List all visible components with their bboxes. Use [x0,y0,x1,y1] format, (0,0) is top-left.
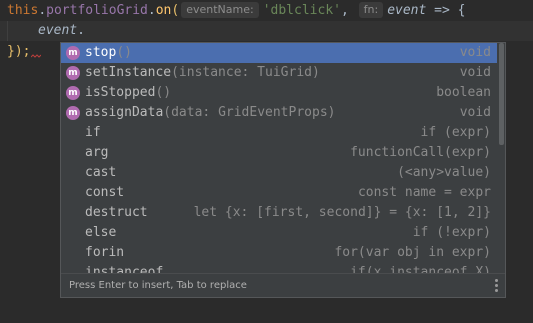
completion-name: else [85,225,117,240]
completion-name: assignData [85,105,164,120]
completion-item-cast[interactable]: cast (<any>value) [61,163,497,183]
dot: . [147,3,156,18]
completion-name: cast [85,165,117,180]
completion-list[interactable]: m stop() void m setInstance(instance: Tu… [61,43,497,275]
method-icon: m [66,86,80,100]
completion-type: for(var obj in expr) [334,245,491,260]
code-editor[interactable]: this.portfolioGrid.on(eventName:'dblclic… [0,0,533,323]
method-icon: m [66,106,80,120]
code-line-1[interactable]: this.portfolioGrid.on(eventName:'dblclic… [7,1,465,21]
open-paren: ( [171,3,180,18]
typed-dot: . [77,23,85,38]
property-portfolio-grid: portfolioGrid [46,3,148,18]
completion-name: forin [85,245,125,260]
completion-type: let {x: [first, second]} = {x: [1, 2]} [193,205,491,220]
completion-name: isStopped [85,85,156,100]
vertical-dots-icon[interactable] [495,279,498,292]
completion-type: functionCall(expr) [350,145,491,160]
error-squiggle-icon [31,54,41,58]
code-line-2-current[interactable]: event. [0,21,533,41]
completion-item-stop[interactable]: m stop() void [61,43,497,63]
completion-item-const[interactable]: const const name = expr [61,183,497,203]
completion-type: const name = expr [357,185,491,200]
completion-item-arg[interactable]: arg functionCall(expr) [61,143,497,163]
completion-name: setInstance [85,65,172,80]
completion-type: boolean [436,85,491,100]
method-icon: m [66,46,80,60]
completion-signature: () [116,45,132,60]
arrow-operator: => [434,3,450,18]
completion-name: if [85,125,101,140]
param-hint-event-name: eventName: [181,2,259,18]
method-on: on [155,3,172,18]
completion-item-destruct[interactable]: destruct let {x: [first, second]} = {x: … [61,203,497,223]
completion-item-if[interactable]: if if (expr) [61,123,497,143]
param-hint-fn: fn: [358,2,384,18]
footer-hint-text: Press Enter to insert, Tab to replace [69,280,247,291]
scrollbar-thumb[interactable] [499,43,504,145]
completion-type: void [459,45,491,60]
completion-type: void [459,105,491,120]
indent-guide [7,21,8,41]
completion-item-else[interactable]: else if (!expr) [61,223,497,243]
this-keyword: this [7,3,39,18]
method-icon: m [66,66,80,80]
comma: , [340,3,349,18]
dot: . [38,3,47,18]
completion-signature: () [155,85,172,100]
string-argument: 'dblclick' [262,3,341,18]
open-brace: { [457,3,466,18]
completion-name: const [85,185,125,200]
completion-item-isstopped[interactable]: m isStopped() boolean [61,83,497,103]
completion-signature: (data: GridEventProps) [163,105,336,120]
completion-type: void [459,65,491,80]
completion-signature: (instance: TuiGrid) [171,65,320,80]
completion-name: destruct [85,205,148,220]
completion-footer: Press Enter to insert, Tab to replace [61,273,505,297]
completion-name: arg [85,145,109,160]
completion-item-setinstance[interactable]: m setInstance(instance: TuiGrid) void [61,63,497,83]
completion-item-assigndata[interactable]: m assignData(data: GridEventProps) void [61,103,497,123]
completion-type: if (expr) [420,125,491,140]
closing-tokens: }); [7,44,31,59]
code-line-3[interactable]: }); [7,42,30,62]
typed-identifier: event [38,23,78,38]
arrow-param-event: event [387,3,427,18]
completion-type: (<any>value) [397,165,491,180]
completion-scrollbar[interactable] [497,43,505,275]
completion-item-forin[interactable]: forin for(var obj in expr) [61,243,497,263]
typed-text: event. [38,23,85,38]
completion-name: stop [85,45,117,60]
completion-type: if (!expr) [412,225,491,240]
code-completion-popup[interactable]: m stop() void m setInstance(instance: Tu… [60,42,506,298]
